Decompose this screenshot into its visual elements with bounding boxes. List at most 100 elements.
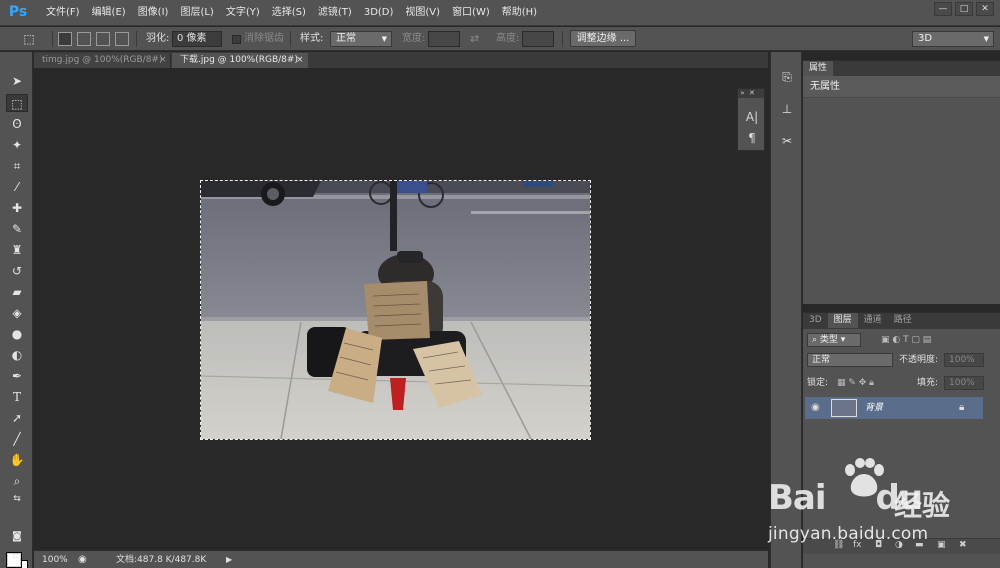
restore-button[interactable]: □ [955,2,973,16]
tool-preset-icon[interactable]: ⊥ [777,100,797,118]
style-select[interactable]: 正常 ▼ [330,31,392,47]
layer-row-background[interactable]: ◉ 背景 🔒︎ [805,397,983,419]
zoom-icon[interactable]: ⌕ [6,472,28,490]
quick-mask-icon[interactable]: ◙ [6,528,28,546]
feather-label: 羽化: [146,33,170,44]
canvas-area[interactable] [34,68,768,550]
menu-bar: Ps 文件(F) 编辑(E) 图像(I) 图层(L) 文字(Y) 选择(S) 滤… [0,0,1000,26]
history-brush-icon[interactable]: ↺ [6,262,28,280]
line-icon[interactable]: ╱ [6,430,28,448]
swap-colors-icon[interactable]: ⇆ [6,490,28,508]
menu-3d[interactable]: 3D(D) [358,0,400,26]
fill-input[interactable]: 100% [944,376,984,390]
close-icon[interactable]: × [159,53,167,68]
blend-mode-select[interactable]: 正常 [807,353,893,367]
status-menu-arrow[interactable]: ▶ [226,553,232,567]
hand-icon[interactable]: ✋ [6,451,28,469]
menu-filter[interactable]: 滤镜(T) [312,0,358,26]
zoom-level[interactable]: 100% [42,553,68,567]
antialias-label: 消除锯齿 [244,33,284,44]
marquee-preset-icon[interactable]: ⬚ [18,30,40,48]
tab-3d[interactable]: 3D [803,313,828,328]
menu-layer[interactable]: 图层(L) [174,0,219,26]
feather-input[interactable]: 0 像素 [172,31,222,47]
photo-image [201,181,590,439]
height-input[interactable] [522,31,554,47]
tab-channels[interactable]: 通道 [858,313,888,328]
divider [562,31,563,47]
info-icon[interactable]: ◉ [78,553,87,567]
subtract-selection-icon[interactable] [96,32,110,46]
menu-file[interactable]: 文件(F) [40,0,86,26]
document-photo[interactable] [200,180,591,440]
blur-icon[interactable]: ● [6,325,28,343]
move-icon[interactable]: ➤ [6,72,28,90]
brand-url: jingyan.baidu.com [768,524,929,544]
baidu-watermark: Bai du 经验 jingyan.baidu.com [768,458,1000,568]
marquee-icon[interactable]: ⬚ [6,94,28,112]
pen-icon[interactable]: ✒ [6,367,28,385]
menu-edit[interactable]: 编辑(E) [86,0,132,26]
brush-icon[interactable]: ✎ [6,220,28,238]
swap-icon[interactable]: ⇄ [470,31,479,47]
close-button[interactable]: ✕ [976,2,994,16]
opacity-input[interactable]: 100% [944,353,984,367]
paragraph-icon[interactable]: ¶ [743,129,761,147]
magic-wand-icon[interactable]: ✦ [6,136,28,154]
clone-stamp-icon[interactable]: ♜ [6,241,28,259]
character-icon[interactable]: A| [743,108,761,126]
eraser-icon[interactable]: ▰ [6,283,28,301]
menu-image[interactable]: 图像(I) [132,0,175,26]
document-tabs: timg.jpg @ 100%(RGB/8#) × 下载.jpg @ 100%(… [34,52,768,68]
tab-download[interactable]: 下载.jpg @ 100%(RGB/8#) × [172,53,308,68]
opacity-label: 不透明度: [899,355,939,365]
blend-mode-value: 正常 [812,355,831,365]
workspace-select[interactable]: 3D ▼ [912,31,994,47]
filter-icons[interactable]: ▣ ◐ T ▢ ▤ [881,332,931,348]
screen-mode-icon[interactable]: ▭ [6,548,28,566]
brand-bai: Bai [768,478,827,518]
menu-type[interactable]: 文字(Y) [220,0,266,26]
tools-icon[interactable]: ✂ [777,132,797,150]
tab-properties[interactable]: 属性 [803,61,834,76]
menu-window[interactable]: 窗口(W) [446,0,496,26]
minimize-button[interactable]: — [934,2,952,16]
status-bar: 100% ◉ 文档:487.8 K/487.8K ▶ [34,550,768,568]
healing-icon[interactable]: ✚ [6,199,28,217]
menu-help[interactable]: 帮助(H) [496,0,543,26]
intersect-selection-icon[interactable] [115,32,129,46]
brand-cn: 经验 [894,489,951,522]
menu-view[interactable]: 视图(V) [399,0,446,26]
style-value: 正常 [336,33,356,44]
lasso-icon[interactable]: ʘ [6,115,28,133]
properties-empty-text: 无属性 [803,76,1000,98]
lock-icons[interactable]: ▦ ✎ ✥ 🔒︎ [837,375,874,391]
antialias-checkbox[interactable] [232,35,241,44]
chevron-down-icon: ▼ [381,35,387,43]
eye-icon[interactable]: ◉ [811,402,820,413]
paint-bucket-icon[interactable]: ◈ [6,304,28,322]
layer-thumbnail [831,399,857,417]
panel-header[interactable]: » ✕ [738,89,764,98]
menu-select[interactable]: 选择(S) [266,0,312,26]
width-input[interactable] [428,31,460,47]
refine-edge-button[interactable]: 调整边缘 ... [570,30,636,47]
add-selection-icon[interactable] [77,32,91,46]
style-label: 样式: [300,33,324,44]
new-selection-icon[interactable] [58,32,72,46]
type-icon[interactable]: T [6,388,28,406]
layer-name[interactable]: 背景 [865,397,883,419]
divider [290,31,291,47]
history-icon[interactable]: ⎘ [777,68,797,86]
crop-icon[interactable]: ⌗ [6,157,28,175]
properties-panel: 属性 无属性 [803,60,1000,304]
tab-paths[interactable]: 路径 [888,313,918,328]
close-icon[interactable]: × [296,53,304,68]
dodge-icon[interactable]: ◐ [6,346,28,364]
tab-layers[interactable]: 图层 [827,313,858,328]
options-bar: ⬚ 羽化: 0 像素 消除锯齿 样式: 正常 ▼ 宽度: ⇄ 高度: 调整边缘 .… [0,27,1000,51]
path-select-icon[interactable]: ➚ [6,409,28,427]
eyedropper-icon[interactable]: ⁄ [6,178,28,196]
tab-timg[interactable]: timg.jpg @ 100%(RGB/8#) × [34,53,171,68]
filter-type-select[interactable]: ⌕ 类型 ▾ [807,333,861,347]
